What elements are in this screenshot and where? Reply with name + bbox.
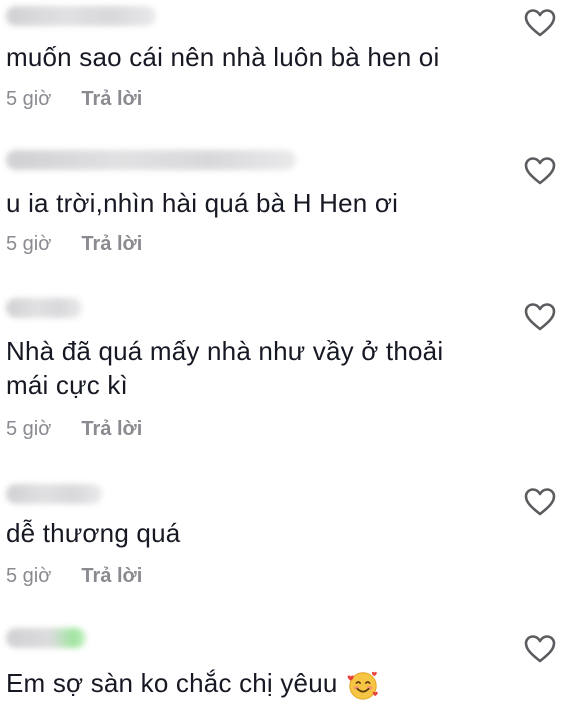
reply-button[interactable]: Trả lời: [81, 418, 142, 441]
reply-button[interactable]: Trả lời: [81, 233, 142, 256]
comment-text: u ia trời,nhìn hài quá bà H Hen ơi: [6, 188, 399, 218]
comment-meta: 5 giờ Trả lời: [6, 565, 142, 588]
comment-time: 5 giờ: [6, 565, 52, 587]
heart-outline-icon[interactable]: [524, 156, 556, 186]
comment-time: 5 giờ: [6, 418, 52, 440]
comment-text: dễ thương quá: [6, 518, 181, 548]
comment-meta: 5 giờ Trả lời: [6, 88, 142, 111]
blurred-username: [6, 150, 296, 170]
comment-text-content: Em sợ sàn ko chắc chị yêuu: [6, 668, 338, 698]
blurred-username: [6, 6, 156, 26]
comment-time: 5 giờ: [6, 233, 52, 255]
comment-meta: 5 giờ Trả lời: [6, 418, 142, 441]
heart-outline-icon[interactable]: [524, 8, 556, 38]
comment-time: 5 giờ: [6, 88, 52, 110]
blurred-username: [6, 628, 86, 648]
smiling-face-with-hearts-icon: [347, 672, 378, 700]
reply-button[interactable]: Trả lời: [81, 88, 142, 111]
blurred-username: [6, 298, 82, 318]
comment-text: muốn sao cái nên nhà luôn bà hen oi: [6, 42, 440, 72]
comment-text: Nhà đã quá mấy nhà như vầy ở thoải mái c…: [6, 336, 444, 400]
heart-outline-icon[interactable]: [524, 634, 556, 664]
blurred-username: [6, 484, 102, 504]
comment-meta: 5 giờ Trả lời: [6, 233, 142, 256]
reply-button[interactable]: Trả lời: [81, 565, 142, 588]
heart-outline-icon[interactable]: [524, 302, 556, 332]
comment-text: Em sợ sàn ko chắc chị yêuu: [6, 666, 506, 702]
heart-outline-icon[interactable]: [524, 487, 556, 517]
